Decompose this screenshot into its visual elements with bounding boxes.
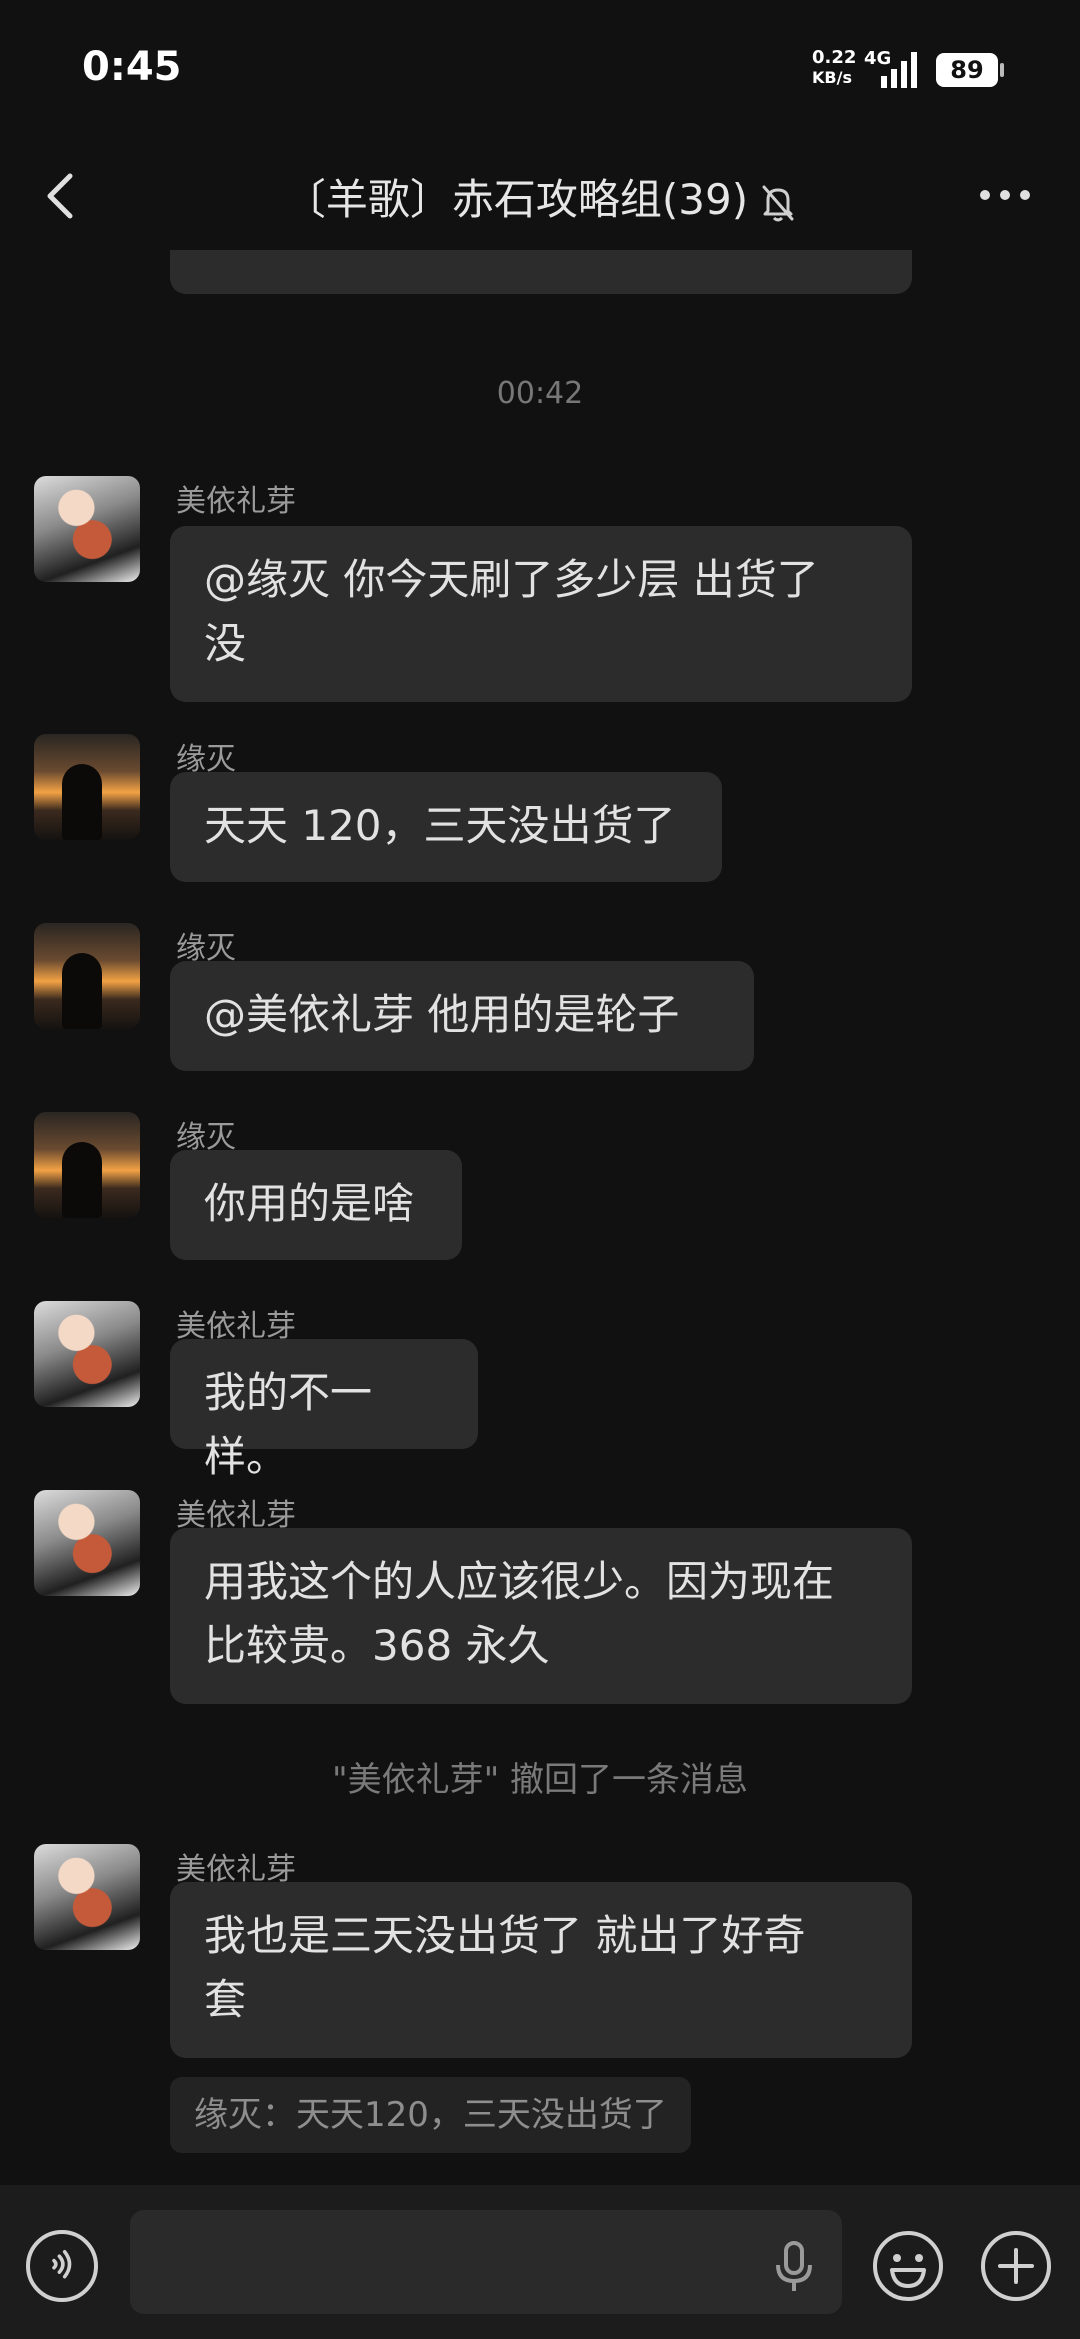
status-time: 0:45 <box>82 44 182 90</box>
avatar[interactable] <box>34 1844 140 1950</box>
message-line: 我的不一样。 <box>204 1368 373 1481</box>
message-bubble[interactable]: 我也是三天没出货了 就出了好奇 套 <box>170 1882 912 2058</box>
more-dots-icon[interactable] <box>975 170 1035 220</box>
network-speed-value: 0.22 <box>812 47 857 68</box>
message-line: 天天 120，三天没出货了 <box>204 801 676 850</box>
message-line: 用我这个的人应该很少。因为现在 <box>204 1557 835 1606</box>
battery-tip <box>1000 63 1004 77</box>
input-bar <box>0 2185 1080 2339</box>
avatar[interactable] <box>34 476 140 582</box>
message-bubble[interactable]: @缘灭 你今天刷了多少层 出货了 没 <box>170 526 912 702</box>
message-line: 没 <box>204 619 247 668</box>
bell-off-icon <box>762 185 794 221</box>
previous-message-bubble[interactable] <box>170 250 912 294</box>
battery-icon: 89 <box>936 53 998 87</box>
avatar[interactable] <box>34 923 140 1029</box>
status-bar: 0:45 0.22 KB/s 4G 89 <box>0 0 1080 140</box>
message-bubble[interactable]: @美依礼芽 他用的是轮子 <box>170 961 754 1071</box>
mic-icon[interactable] <box>772 2239 816 2295</box>
plus-icon[interactable] <box>978 2228 1054 2304</box>
message-bubble[interactable]: 天天 120，三天没出货了 <box>170 772 722 882</box>
recall-notice: "美依礼芽" 撤回了一条消息 <box>331 1760 749 1800</box>
sender-name: 美依礼芽 <box>176 484 296 519</box>
emoji-icon[interactable] <box>870 2228 946 2304</box>
message-line: @缘灭 你今天刷了多少层 出货了 <box>204 555 819 604</box>
chat-title: 〔羊歌〕赤石攻略组(39) <box>283 175 749 224</box>
chat-header: 〔羊歌〕赤石攻略组(39) <box>0 140 1080 250</box>
message-input[interactable] <box>130 2210 842 2314</box>
message-bubble[interactable]: 我的不一样。 <box>170 1339 478 1481</box>
avatar[interactable] <box>34 1112 140 1218</box>
message-line: 你用的是啥 <box>204 1179 415 1228</box>
message-line: 比较贵。368 永久 <box>204 1621 550 1670</box>
avatar[interactable] <box>34 734 140 840</box>
message-bubble[interactable]: 用我这个的人应该很少。因为现在 比较贵。368 永久 <box>170 1528 912 1704</box>
message-line: 我也是三天没出货了 就出了好奇 <box>204 1911 806 1960</box>
message-line: 套 <box>204 1975 247 2024</box>
network-speed-unit: KB/s <box>812 68 852 87</box>
message-timestamp: 00:42 <box>496 376 584 411</box>
message-line: @美依礼芽 他用的是轮子 <box>204 990 680 1039</box>
network-speed: 0.22 KB/s <box>812 48 856 88</box>
avatar[interactable] <box>34 1301 140 1407</box>
chat-title-wrap[interactable]: 〔羊歌〕赤石攻略组(39) <box>0 166 1080 227</box>
message-bubble[interactable]: 你用的是啥 <box>170 1150 462 1260</box>
quoted-reply[interactable]: 缘灭：天天120，三天没出货了 <box>170 2077 691 2153</box>
avatar[interactable] <box>34 1490 140 1596</box>
message-list[interactable]: 00:42 美依礼芽 @缘灭 你今天刷了多少层 出货了 没 缘灭 天天 120，… <box>0 250 1080 2185</box>
signal-icon <box>881 52 917 88</box>
voice-icon[interactable] <box>26 2230 98 2302</box>
